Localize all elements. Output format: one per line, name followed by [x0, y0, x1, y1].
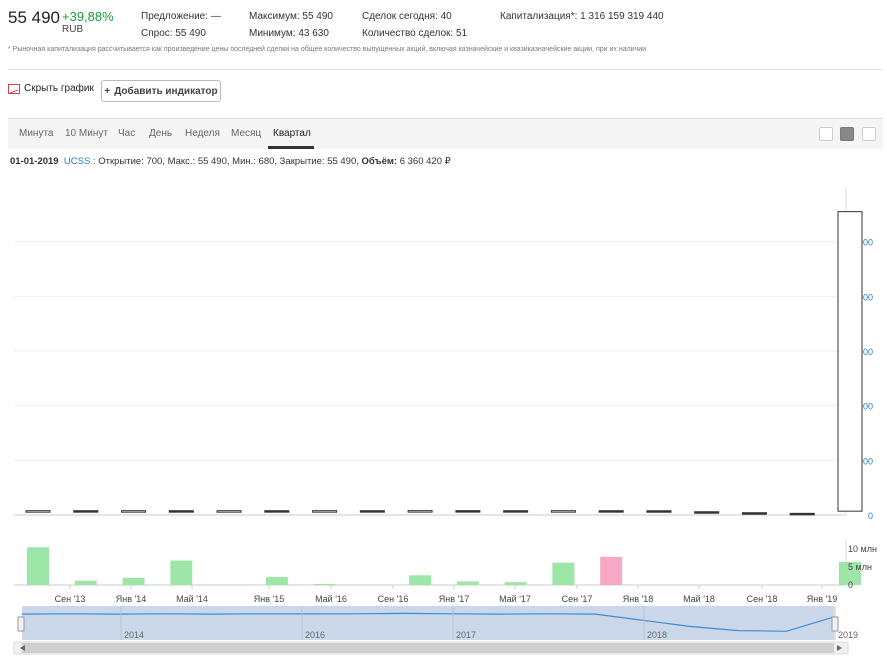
x-tick-label: Май '17: [499, 594, 531, 604]
x-tick-label: Сен '13: [55, 594, 86, 604]
candle: [25, 510, 51, 513]
candle: [359, 510, 385, 513]
volume-bar: [122, 577, 145, 585]
navigator-right-handle: [831, 616, 839, 632]
navigator-year-label: 2018: [647, 630, 667, 640]
navigator-left-handle: [17, 616, 25, 632]
volume-bar: [313, 583, 336, 585]
x-tick-label: Янв '19: [807, 594, 837, 604]
scrollbar-thumb: [22, 643, 834, 653]
x-tick-label: Янв '15: [254, 594, 284, 604]
candle: [407, 510, 433, 513]
candle: [455, 510, 481, 513]
candle: [73, 510, 99, 513]
volume-bar: [170, 560, 193, 585]
x-tick-label: Янв '18: [623, 594, 653, 604]
candle: [168, 510, 194, 513]
volume-tick-label: 0: [848, 580, 853, 590]
x-tick-label: Сен '17: [562, 594, 593, 604]
navigator-year-label: 2016: [305, 630, 325, 640]
candle: [312, 510, 338, 513]
candle: [837, 211, 863, 512]
x-tick-label: Янв '14: [116, 594, 146, 604]
navigator-year-label: 2014: [124, 630, 144, 640]
x-tick-label: Май '14: [176, 594, 208, 604]
candle: [598, 510, 624, 513]
candle: [121, 510, 147, 513]
volume-bar: [600, 556, 623, 585]
candle: [503, 510, 529, 513]
candle: [264, 510, 290, 513]
candle: [789, 512, 815, 516]
x-tick-label: Сен '18: [747, 594, 778, 604]
candle: [646, 510, 672, 513]
x-tick-label: Сен '16: [378, 594, 409, 604]
navigator-year-label: 2017: [456, 630, 476, 640]
volume-tick-label: 10 млн: [848, 544, 877, 554]
x-tick-label: Янв '17: [439, 594, 469, 604]
volume-bar: [265, 577, 288, 585]
candle: [216, 510, 242, 513]
candle: [550, 510, 576, 513]
volume-bar: [552, 562, 575, 585]
navigator-year-label: 2019: [838, 630, 858, 640]
volume-bar: [409, 575, 432, 585]
volume-bar: [27, 547, 49, 585]
candle: [741, 512, 767, 515]
x-tick-label: Май '16: [315, 594, 347, 604]
x-tick-label: Май '18: [683, 594, 715, 604]
volume-bar: [74, 580, 97, 585]
volume-bar: [504, 582, 527, 585]
volume-bar: [456, 581, 479, 585]
volume-tick-label: 5 млн: [848, 562, 872, 572]
price-chart[interactable]: 0100002000030000400005000005 млн10 млнСе…: [0, 0, 887, 666]
price-tick-label: 0: [868, 511, 873, 521]
candle: [694, 511, 720, 514]
